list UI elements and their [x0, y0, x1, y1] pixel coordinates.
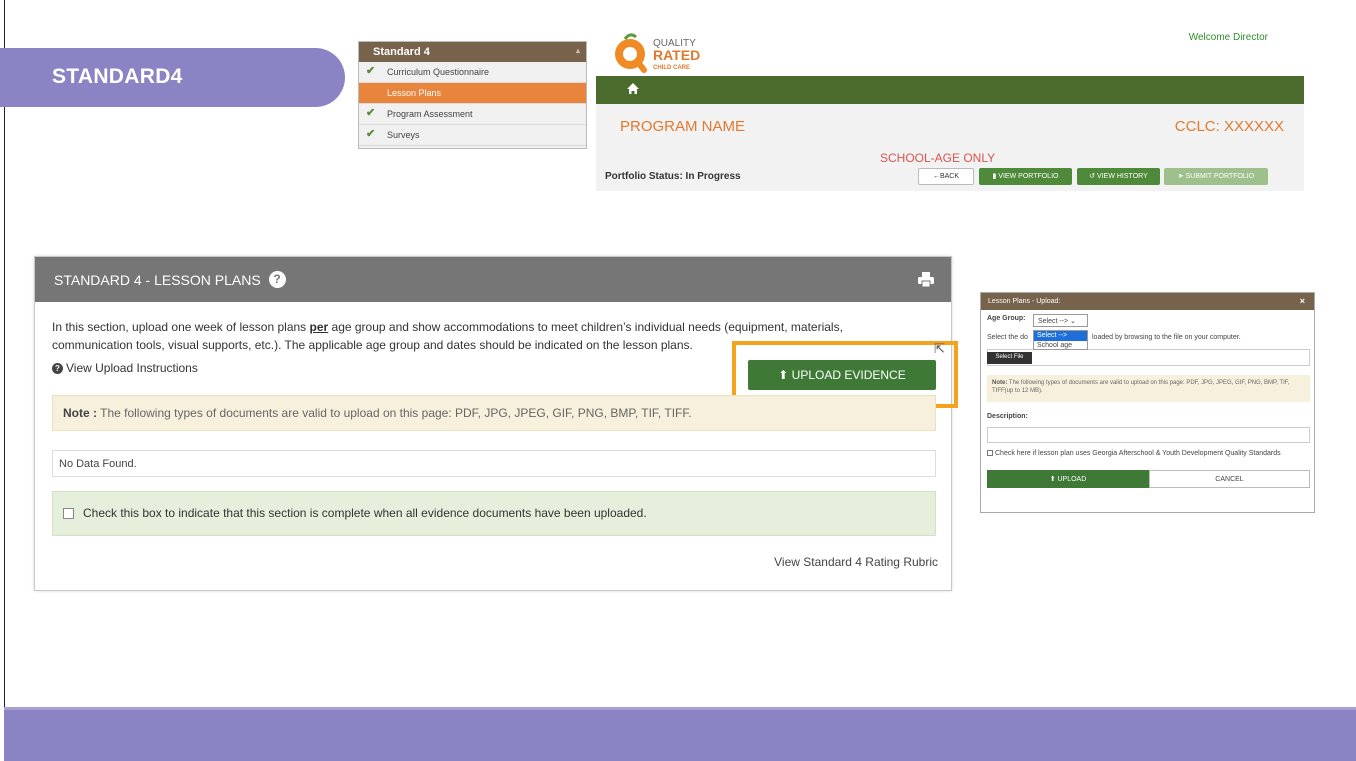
- rating-rubric-link[interactable]: View Standard 4 Rating Rubric: [774, 555, 938, 569]
- standard-menu: Standard 4 ▴ ✔ Curriculum Questionnaire …: [358, 41, 587, 149]
- view-upload-instructions-link[interactable]: ? View Upload Instructions: [52, 361, 198, 375]
- menu-item-surveys[interactable]: ✔ Surveys: [359, 125, 586, 146]
- history-icon: ↺: [1089, 173, 1098, 180]
- check-icon: ✔: [366, 107, 376, 119]
- quality-rated-logo: QUALITY RATED CHILD CARE: [615, 33, 700, 73]
- menu-item-program-assessment[interactable]: ✔ Program Assessment: [359, 104, 586, 125]
- welcome-text: Welcome Director: [1188, 32, 1268, 43]
- back-button[interactable]: ←BACK: [918, 168, 974, 185]
- close-icon[interactable]: ×: [1300, 296, 1305, 306]
- modal-file-types-note: Note: The following types of documents a…: [987, 375, 1310, 402]
- section-complete-label: Check this box to indicate that this sec…: [83, 506, 647, 520]
- send-icon: ➤: [1177, 173, 1186, 180]
- view-portfolio-label: VIEW PORTFOLIO: [998, 173, 1059, 180]
- menu-item-label: Curriculum Questionnaire: [387, 67, 490, 77]
- portfolio-status: Portfolio Status: In Progress: [605, 171, 741, 182]
- select-description-b: loaded by browsing to the file on your c…: [1092, 334, 1241, 341]
- section-complete-checkbox[interactable]: [63, 508, 74, 520]
- file-input[interactable]: [987, 349, 1310, 366]
- chevron-down-icon: ⌄: [1070, 318, 1076, 325]
- modal-upload-label: UPLOAD: [1057, 476, 1087, 483]
- panel-header: STANDARD 4 - LESSON PLANS ?: [35, 257, 951, 302]
- menu-header-label: Standard 4: [373, 46, 430, 58]
- description-input[interactable]: [987, 427, 1310, 443]
- mouse-cursor-icon: ⇱: [934, 341, 945, 356]
- menu-item-curriculum-questionnaire[interactable]: ✔ Curriculum Questionnaire: [359, 62, 586, 83]
- menu-header[interactable]: Standard 4 ▴: [359, 42, 586, 62]
- menu-item-label: Surveys: [387, 130, 420, 140]
- check-icon: ✔: [366, 65, 376, 77]
- program-name: PROGRAM NAME: [620, 118, 746, 135]
- note-text: The following types of documents are val…: [97, 406, 692, 420]
- no-data-message: No Data Found.: [52, 450, 936, 477]
- gaydqs-checkbox[interactable]: [987, 450, 993, 457]
- modal-cancel-button[interactable]: CANCEL: [1149, 470, 1310, 488]
- age-group-select[interactable]: Select --> ⌄: [1033, 314, 1088, 327]
- gaydqs-label: Check here if lesson plan uses Georgia A…: [995, 450, 1281, 457]
- age-group-dropdown: Select --> School age: [1033, 330, 1088, 350]
- upload-icon: ⬆: [1049, 476, 1058, 483]
- modal-header: Lesson Plans - Upload: ×: [981, 293, 1314, 310]
- modal-upload-button[interactable]: ⬆ UPLOAD: [987, 470, 1149, 488]
- program-info-panel: PROGRAM NAME CCLC: XXXXXX SCHOOL-AGE ONL…: [596, 104, 1304, 191]
- back-arrow-icon: ←: [932, 173, 940, 180]
- modal-title: Lesson Plans - Upload:: [988, 298, 1061, 305]
- section-complete-row: Check this box to indicate that this sec…: [52, 491, 936, 536]
- menu-item-label: Program Assessment: [387, 109, 473, 119]
- check-icon: ✔: [366, 128, 376, 140]
- menu-item-lesson-plans[interactable]: Lesson Plans: [359, 83, 586, 104]
- submit-portfolio-button[interactable]: ➤ SUBMIT PORTFOLIO: [1164, 168, 1268, 185]
- view-history-button[interactable]: ↺ VIEW HISTORY: [1077, 168, 1160, 185]
- question-icon: ?: [52, 363, 63, 375]
- logo-line3: CHILD CARE: [653, 65, 690, 71]
- modal-note-text: The following types of documents are val…: [992, 380, 1290, 394]
- portal-header: QUALITY RATED CHILD CARE Welcome Directo…: [596, 28, 1304, 191]
- slide-title: STANDARD4: [52, 65, 183, 88]
- view-portfolio-button[interactable]: ▮ VIEW PORTFOLIO: [979, 168, 1072, 185]
- description-label: Description:: [987, 413, 1028, 420]
- cclc-id: CCLC: XXXXXX: [1174, 118, 1284, 135]
- option-select[interactable]: Select -->: [1034, 331, 1087, 341]
- home-icon[interactable]: [626, 82, 640, 96]
- modal-note-label: Note:: [992, 380, 1008, 386]
- note-label: Note :: [63, 406, 97, 420]
- menu-item-label: Lesson Plans: [387, 88, 442, 98]
- slide-footer-bar: [4, 707, 1356, 761]
- view-history-label: VIEW HISTORY: [1097, 173, 1148, 180]
- upload-modal: Lesson Plans - Upload: × Age Group: Sele…: [980, 292, 1315, 513]
- submit-portfolio-label: SUBMIT PORTFOLIO: [1185, 173, 1255, 180]
- view-instructions-label: View Upload Instructions: [66, 361, 198, 375]
- select-file-button[interactable]: Select File: [987, 352, 1032, 364]
- logo-line2: RATED: [653, 47, 700, 63]
- print-icon[interactable]: [918, 272, 934, 287]
- select-description-a: Select the do: [987, 334, 1028, 341]
- panel-title: STANDARD 4 - LESSON PLANS: [54, 272, 261, 288]
- age-group-select-value: Select -->: [1038, 318, 1069, 325]
- gaydqs-check-row: Check here if lesson plan uses Georgia A…: [987, 449, 1307, 458]
- lesson-plans-panel: STANDARD 4 - LESSON PLANS ? In this sect…: [34, 256, 958, 591]
- help-icon[interactable]: ?: [268, 271, 286, 288]
- nav-bar: [596, 76, 1304, 104]
- option-school-age[interactable]: School age: [1034, 341, 1087, 351]
- intro-text-part1: In this section, upload one week of less…: [52, 320, 310, 334]
- back-label: BACK: [939, 173, 960, 180]
- file-types-note: Note : The following types of documents …: [52, 395, 936, 431]
- intro-text-bold: per: [309, 320, 329, 334]
- age-note: SCHOOL-AGE ONLY: [880, 151, 996, 165]
- age-group-label: Age Group:: [987, 315, 1026, 322]
- collapse-icon[interactable]: ▴: [576, 46, 580, 55]
